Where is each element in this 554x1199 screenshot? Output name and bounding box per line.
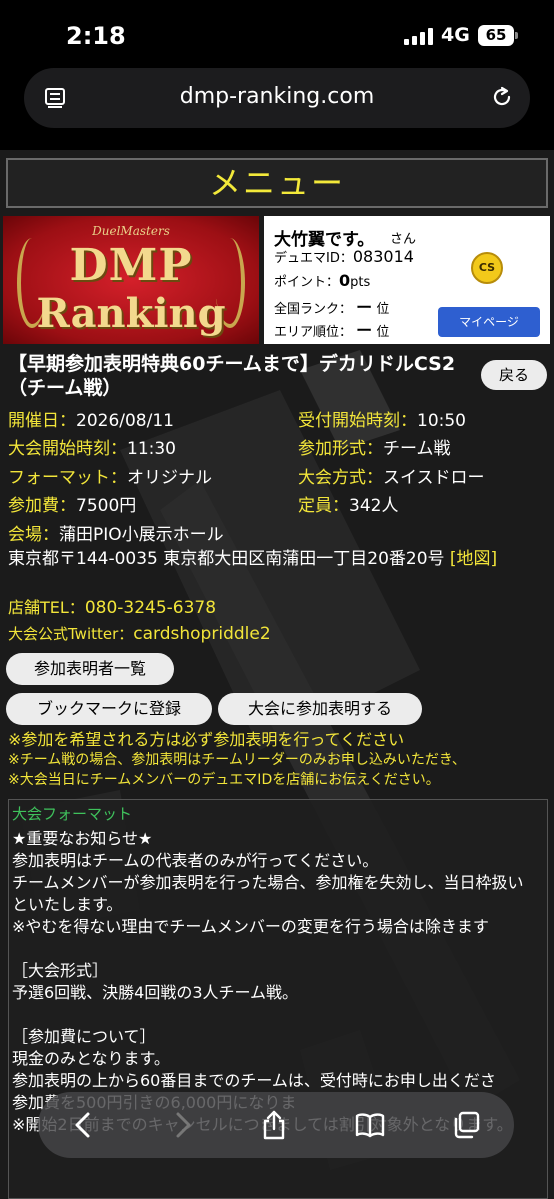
notice-line: ※大会当日にチームメンバーのデュエマIDを店舗にお伝えください。	[8, 772, 440, 788]
points-row: ポイント：0pts	[274, 271, 370, 290]
points-unit: pts	[350, 275, 371, 290]
notice-line: ※チーム戦の場合、参加表明はチームリーダーのみお申し込みいただき、	[8, 752, 466, 768]
start-row: 大会開始時刻：11:30	[8, 434, 176, 459]
back-button[interactable]: 戻る	[481, 360, 547, 390]
capacity-label: 定員：	[298, 496, 349, 516]
points-value: 0	[339, 271, 351, 290]
tel-link[interactable]: 080-3245-6378	[85, 598, 216, 618]
logo-top-text: DuelMasters	[92, 224, 170, 238]
join-event-button[interactable]: 大会に参加表明する	[218, 693, 422, 725]
tabs-icon[interactable]	[450, 1109, 482, 1141]
mypage-button[interactable]: マイページ	[438, 307, 540, 337]
system-label: 大会方式：	[298, 468, 383, 488]
entry-format-label: 参加形式：	[298, 439, 383, 459]
fee-label: 参加費：	[8, 496, 76, 516]
battery-icon: 65	[478, 25, 518, 46]
dmp-ranking-logo[interactable]: DuelMasters DMP Ranking	[3, 216, 259, 344]
status-time: 2:18	[66, 22, 126, 50]
reload-icon[interactable]	[490, 85, 514, 109]
fee-value: 7500円	[76, 496, 137, 516]
national-rank-label: 全国ランク：	[274, 302, 353, 317]
format-row: フォーマット：オリジナル	[8, 463, 212, 488]
system-value: スイスドロー	[383, 468, 485, 488]
area-rank-row: エリア順位： ー 位	[274, 317, 389, 341]
menu-button[interactable]: メニュー	[6, 158, 548, 208]
address-text: 東京都〒144-0035 東京都大田区南蒲田一丁目20番20号	[8, 549, 450, 569]
venue-address: 東京都〒144-0035 東京都大田区南蒲田一丁目20番20号 [地図]	[8, 548, 548, 570]
duema-id-value: 083014	[352, 247, 414, 266]
user-profile-card: 大竹翼です。 さん デュエマID：083014 ポイント：0pts 全国ランク：…	[264, 216, 550, 344]
browser-toolbar	[38, 1092, 514, 1158]
tel-row: 店舗TEL：080-3245-6378	[8, 594, 216, 618]
start-value: 11:30	[127, 439, 176, 459]
signal-icon	[404, 28, 433, 45]
date-value: 2026/08/11	[76, 411, 174, 431]
area-rank-value: ー	[356, 321, 373, 340]
logo-line1: DMP	[69, 240, 193, 291]
page-content: メニュー DuelMasters DMP Ranking 大竹翼です。 さん デ…	[0, 150, 554, 1199]
event-title: 【早期参加表明特典60チームまで】デカリドルCS2（チーム戦）	[8, 353, 456, 399]
back-icon[interactable]	[68, 1109, 100, 1141]
date-row: 開催日：2026/08/11	[8, 406, 174, 431]
national-rank-value: ー	[356, 298, 373, 317]
duema-id-label: デュエマID：	[274, 251, 353, 266]
duema-id-row: デュエマID：083014	[274, 247, 414, 266]
reception-value: 10:50	[417, 411, 466, 431]
book-icon[interactable]	[354, 1109, 386, 1141]
user-honorific: さん	[390, 232, 417, 247]
area-rank-unit: 位	[376, 325, 390, 340]
format-value: オリジナル	[127, 468, 212, 488]
twitter-link[interactable]: cardshopriddle2	[133, 624, 270, 644]
notice-list: ※参加を希望される方は必ず参加表明を行ってください ※チーム戦の場合、参加表明は…	[8, 730, 466, 790]
national-rank-unit: 位	[376, 302, 390, 317]
venue-label: 会場：	[8, 525, 59, 545]
twitter-row: 大会公式Twitter：cardshopriddle2	[8, 623, 271, 644]
menu-label: メニュー	[208, 164, 345, 202]
tel-label: 店舗TEL：	[8, 598, 85, 617]
url-text[interactable]: dmp-ranking.com	[24, 84, 530, 109]
entry-format-row: 参加形式：チーム戦	[298, 434, 451, 459]
format-label: フォーマット：	[8, 468, 127, 488]
format-body: ★重要なお知らせ★ 参加表明はチームの代表者のみが行ってください。 チームメンバ…	[12, 829, 524, 1134]
twitter-label: 大会公式Twitter：	[8, 625, 134, 643]
address-bar[interactable]: dmp-ranking.com	[24, 68, 530, 128]
network-type: 4G	[441, 24, 470, 46]
fee-row: 参加費：7500円	[8, 491, 136, 516]
area-rank-label: エリア順位：	[274, 325, 353, 340]
system-row: 大会方式：スイスドロー	[298, 463, 485, 488]
share-icon[interactable]	[258, 1109, 290, 1141]
points-label: ポイント：	[274, 275, 340, 290]
bookmark-button[interactable]: ブックマークに登録	[6, 693, 212, 725]
reception-row: 受付開始時刻：10:50	[298, 406, 466, 431]
map-link[interactable]: [地図]	[450, 549, 497, 569]
start-label: 大会開始時刻：	[8, 439, 127, 459]
cs-coin-icon: CS	[471, 252, 503, 284]
venue-value: 蒲田PIO小展示ホール	[59, 525, 224, 545]
logo-line2: Ranking	[36, 290, 226, 337]
notice-line: ※参加を希望される方は必ず参加表明を行ってください	[8, 730, 405, 749]
format-heading: 大会フォーマット	[12, 805, 133, 823]
capacity-row: 定員：342人	[298, 491, 398, 516]
reception-label: 受付開始時刻：	[298, 411, 417, 431]
forward-icon[interactable]	[166, 1109, 198, 1141]
status-bar: 2:18 4G 65	[0, 0, 554, 70]
participants-list-button[interactable]: 参加表明者一覧	[6, 653, 174, 685]
venue-row: 会場：蒲田PIO小展示ホール	[8, 520, 224, 545]
capacity-value: 342人	[349, 496, 399, 516]
entry-format-value: チーム戦	[383, 439, 451, 459]
date-label: 開催日：	[8, 411, 76, 431]
national-rank-row: 全国ランク： ー 位	[274, 294, 389, 318]
